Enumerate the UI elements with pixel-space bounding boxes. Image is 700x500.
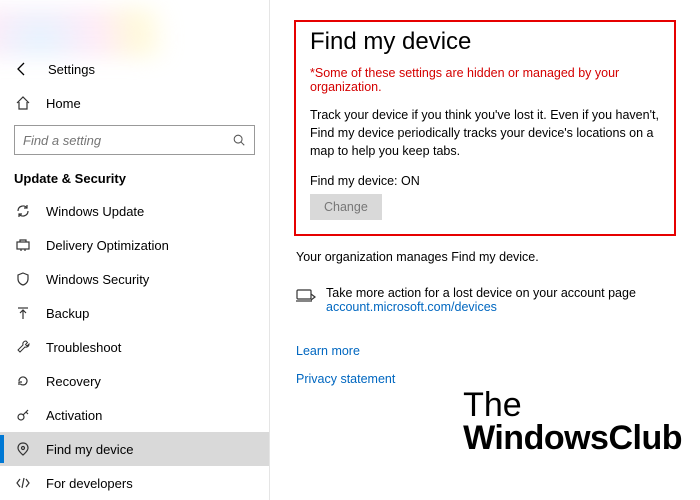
org-manages-text: Your organization manages Find my device… <box>296 250 674 264</box>
more-action-text: Take more action for a lost device on yo… <box>326 286 636 314</box>
nav-label: Backup <box>46 306 89 321</box>
nav-label: Windows Security <box>46 272 149 287</box>
sync-icon <box>14 203 32 219</box>
highlighted-section: Find my device *Some of these settings a… <box>294 20 676 236</box>
feature-description: Track your device if you think you've lo… <box>310 106 660 160</box>
nav-label: Recovery <box>46 374 101 389</box>
sidebar-item-for-developers[interactable]: For developers <box>0 466 269 500</box>
nav-label: Windows Update <box>46 204 144 219</box>
sidebar-item-windows-security[interactable]: Windows Security <box>0 262 269 296</box>
watermark-line1: The <box>463 389 682 421</box>
learn-more-link[interactable]: Learn more <box>296 344 676 358</box>
search-box[interactable] <box>14 125 255 155</box>
key-icon <box>14 407 32 423</box>
backup-icon <box>14 305 32 321</box>
watermark: The WindowsClub <box>463 389 682 454</box>
nav-label: Activation <box>46 408 102 423</box>
devices-link[interactable]: account.microsoft.com/devices <box>326 300 497 314</box>
nav-label: Troubleshoot <box>46 340 121 355</box>
header-row: Settings <box>0 57 269 87</box>
home-label: Home <box>46 96 81 111</box>
nav-label: Delivery Optimization <box>46 238 169 253</box>
change-button[interactable]: Change <box>310 194 382 220</box>
code-icon <box>14 475 32 491</box>
sidebar-item-recovery[interactable]: Recovery <box>0 364 269 398</box>
delivery-icon <box>14 237 32 253</box>
nav-list: Windows Update Delivery Optimization Win… <box>0 194 269 500</box>
wrench-icon <box>14 339 32 355</box>
back-icon[interactable] <box>14 61 30 77</box>
sidebar-item-home[interactable]: Home <box>0 87 269 119</box>
more-action-row: Take more action for a lost device on yo… <box>296 286 676 314</box>
search-input[interactable] <box>23 133 232 148</box>
status-label: Find my device: ON <box>310 174 660 188</box>
sidebar-item-delivery-optimization[interactable]: Delivery Optimization <box>0 228 269 262</box>
main-content: Find my device *Some of these settings a… <box>270 0 700 500</box>
nav-label: For developers <box>46 476 133 491</box>
category-title: Update & Security <box>0 167 269 194</box>
shield-icon <box>14 271 32 287</box>
sidebar-item-activation[interactable]: Activation <box>0 398 269 432</box>
location-icon <box>14 441 32 457</box>
settings-title: Settings <box>48 62 95 77</box>
home-icon <box>14 95 32 111</box>
nav-label: Find my device <box>46 442 133 457</box>
search-container <box>0 119 269 167</box>
sidebar-item-find-my-device[interactable]: Find my device <box>0 432 269 466</box>
settings-sidebar: Settings Home Update & Security Windows … <box>0 0 270 500</box>
recovery-icon <box>14 373 32 389</box>
footer-links: Learn more Privacy statement <box>296 344 676 386</box>
sidebar-item-troubleshoot[interactable]: Troubleshoot <box>0 330 269 364</box>
privacy-link[interactable]: Privacy statement <box>296 372 676 386</box>
sidebar-item-backup[interactable]: Backup <box>0 296 269 330</box>
search-icon <box>232 133 246 147</box>
org-warning: *Some of these settings are hidden or ma… <box>310 66 660 94</box>
watermark-line2: WindowsClub <box>463 422 682 454</box>
page-title: Find my device <box>310 28 660 56</box>
decorative-blur <box>0 8 180 57</box>
sidebar-item-windows-update[interactable]: Windows Update <box>0 194 269 228</box>
device-icon <box>296 288 316 304</box>
more-action-desc: Take more action for a lost device on yo… <box>326 286 636 300</box>
